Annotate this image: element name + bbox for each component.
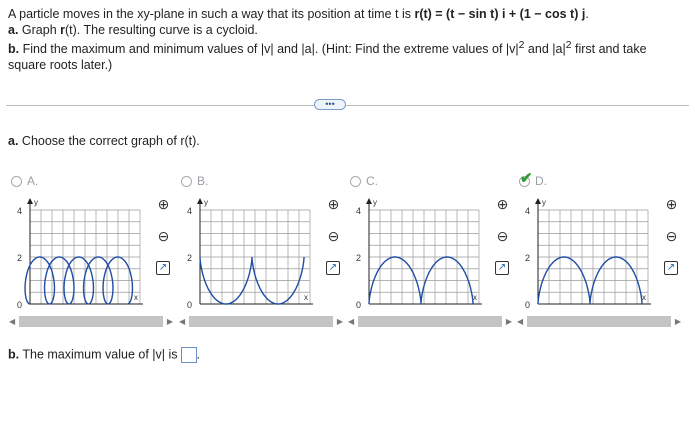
option-d[interactable]: ✔ D. 4 2 0 y x ⊕ ⊖ ↗ ◀ ▶ bbox=[516, 170, 686, 332]
option-a-graph: 4 2 0 y x bbox=[17, 198, 143, 310]
y-axis-label: y bbox=[373, 198, 377, 207]
option-b-scrollbar[interactable]: ◀ ▶ bbox=[178, 315, 344, 328]
option-a[interactable]: A. 4 2 0 y x ⊕ ⊖ ↗ ◀ ▶ bbox=[8, 172, 178, 332]
question-a: a. Choose the correct graph of r(t). bbox=[8, 134, 200, 148]
option-b-graph: 4 2 0 y x bbox=[187, 198, 313, 310]
scroll-left-icon[interactable]: ◀ bbox=[517, 317, 523, 326]
option-c-graph: 4 2 0 y x bbox=[356, 198, 482, 310]
open-graph-icon[interactable]: ↗ bbox=[326, 261, 340, 275]
option-c-label: C. bbox=[366, 174, 378, 188]
scroll-left-icon[interactable]: ◀ bbox=[348, 317, 354, 326]
y-axis-label: y bbox=[204, 198, 208, 207]
y-axis-label: y bbox=[34, 198, 38, 207]
scroll-right-icon[interactable]: ▶ bbox=[675, 317, 681, 326]
problem-part-b: b. Find the maximum and minimum values o… bbox=[8, 40, 647, 73]
option-c[interactable]: C. 4 2 0 y x ⊕ ⊖ ↗ ◀ ▶ bbox=[347, 172, 517, 332]
y-tick-0: 0 bbox=[525, 300, 530, 310]
problem-intro: A particle moves in the xy-plane in such… bbox=[8, 7, 589, 21]
y-tick-0: 0 bbox=[356, 300, 361, 310]
open-graph-icon[interactable]: ↗ bbox=[156, 261, 170, 275]
open-graph-icon[interactable]: ↗ bbox=[495, 261, 509, 275]
scroll-right-icon[interactable]: ▶ bbox=[167, 317, 173, 326]
scroll-right-icon[interactable]: ▶ bbox=[506, 317, 512, 326]
zoom-out-icon[interactable]: ⊖ bbox=[495, 229, 510, 244]
option-c-scrollbar[interactable]: ◀ ▶ bbox=[347, 315, 513, 328]
y-tick-4: 4 bbox=[356, 206, 361, 216]
option-d-label: D. bbox=[535, 174, 547, 188]
zoom-out-icon[interactable]: ⊖ bbox=[156, 229, 171, 244]
option-a-radio[interactable] bbox=[11, 176, 22, 187]
problem-statement: A particle moves in the xy-plane in such… bbox=[8, 6, 688, 73]
y-tick-2: 2 bbox=[187, 253, 192, 263]
zoom-in-icon[interactable]: ⊕ bbox=[326, 197, 341, 212]
section-divider bbox=[6, 105, 689, 106]
zoom-in-icon[interactable]: ⊕ bbox=[495, 197, 510, 212]
question-b: b. The maximum value of |v| is. bbox=[8, 347, 200, 363]
option-a-label: A. bbox=[27, 174, 39, 188]
x-axis-label: x bbox=[473, 293, 477, 302]
scroll-left-icon[interactable]: ◀ bbox=[9, 317, 15, 326]
y-tick-0: 0 bbox=[187, 300, 192, 310]
zoom-out-icon[interactable]: ⊖ bbox=[664, 229, 679, 244]
option-b-label: B. bbox=[197, 174, 209, 188]
x-axis-label: x bbox=[134, 293, 138, 302]
y-axis-label: y bbox=[542, 198, 546, 207]
option-b-radio[interactable] bbox=[181, 176, 192, 187]
position-formula: r(t) = (t − sin t) i + (1 − cos t) j bbox=[414, 7, 586, 21]
y-tick-0: 0 bbox=[17, 300, 22, 310]
y-tick-4: 4 bbox=[525, 206, 530, 216]
problem-part-a: a. Graph r(t). The resulting curve is a … bbox=[8, 23, 258, 37]
y-tick-2: 2 bbox=[356, 253, 361, 263]
show-more-button[interactable]: ••• bbox=[314, 99, 346, 110]
option-c-radio[interactable] bbox=[350, 176, 361, 187]
scroll-track[interactable] bbox=[527, 316, 671, 327]
x-axis-label: x bbox=[642, 293, 646, 302]
zoom-out-icon[interactable]: ⊖ bbox=[326, 229, 341, 244]
scroll-track[interactable] bbox=[358, 316, 502, 327]
y-tick-2: 2 bbox=[17, 253, 22, 263]
scroll-right-icon[interactable]: ▶ bbox=[337, 317, 343, 326]
x-axis-label: x bbox=[304, 293, 308, 302]
y-tick-4: 4 bbox=[187, 206, 192, 216]
zoom-in-icon[interactable]: ⊕ bbox=[156, 197, 171, 212]
answer-input-box[interactable] bbox=[180, 347, 197, 363]
option-a-scrollbar[interactable]: ◀ ▶ bbox=[8, 315, 174, 328]
scroll-track[interactable] bbox=[19, 316, 163, 327]
scroll-track[interactable] bbox=[189, 316, 333, 327]
zoom-in-icon[interactable]: ⊕ bbox=[664, 197, 679, 212]
option-b[interactable]: B. 4 2 0 y x ⊕ ⊖ ↗ ◀ ▶ bbox=[178, 172, 348, 332]
correct-check-icon: ✔ bbox=[520, 170, 533, 187]
option-d-scrollbar[interactable]: ◀ ▶ bbox=[516, 315, 682, 328]
y-tick-2: 2 bbox=[525, 253, 530, 263]
y-tick-4: 4 bbox=[17, 206, 22, 216]
option-d-graph: 4 2 0 y x bbox=[525, 198, 651, 310]
scroll-left-icon[interactable]: ◀ bbox=[179, 317, 185, 326]
open-graph-icon[interactable]: ↗ bbox=[664, 261, 678, 275]
